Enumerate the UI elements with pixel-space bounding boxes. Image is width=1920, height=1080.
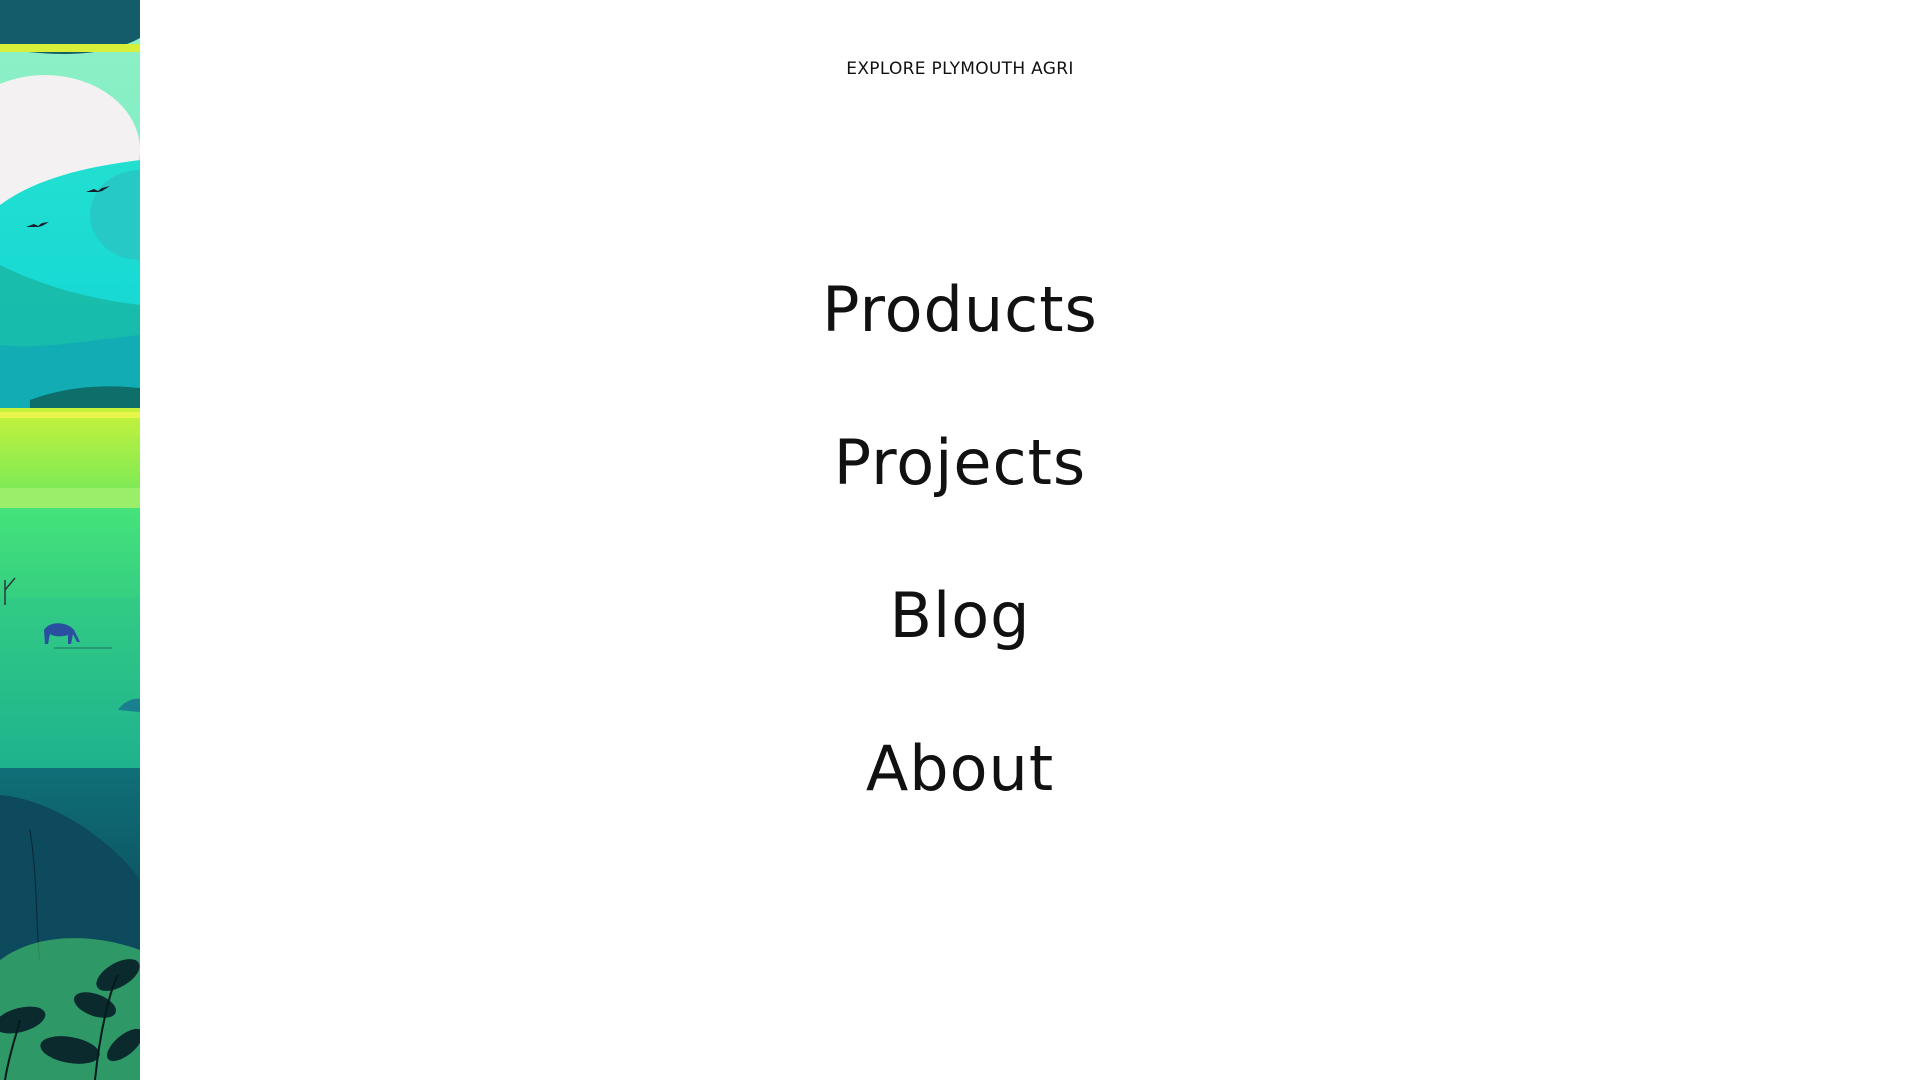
projects-link[interactable]: Projects [834,415,1086,511]
menu-panel: EXPLORE PLYMOUTH AGRI Products Projects … [140,0,1920,1080]
products-link[interactable]: Products [822,262,1098,358]
menu-item-blog: Blog [140,568,1780,721]
landscape-icon [0,0,140,1080]
menu-item-projects: Projects [140,415,1780,568]
page: EXPLORE PLYMOUTH AGRI Products Projects … [0,0,1920,1080]
main-menu: Products Projects Blog About [140,262,1780,874]
menu-item-products: Products [140,262,1780,415]
menu-item-about: About [140,721,1780,874]
landscape-illustration [0,0,140,1080]
explore-link[interactable]: EXPLORE PLYMOUTH AGRI [140,58,1780,80]
blog-link[interactable]: Blog [889,568,1030,664]
about-link[interactable]: About [866,721,1054,817]
